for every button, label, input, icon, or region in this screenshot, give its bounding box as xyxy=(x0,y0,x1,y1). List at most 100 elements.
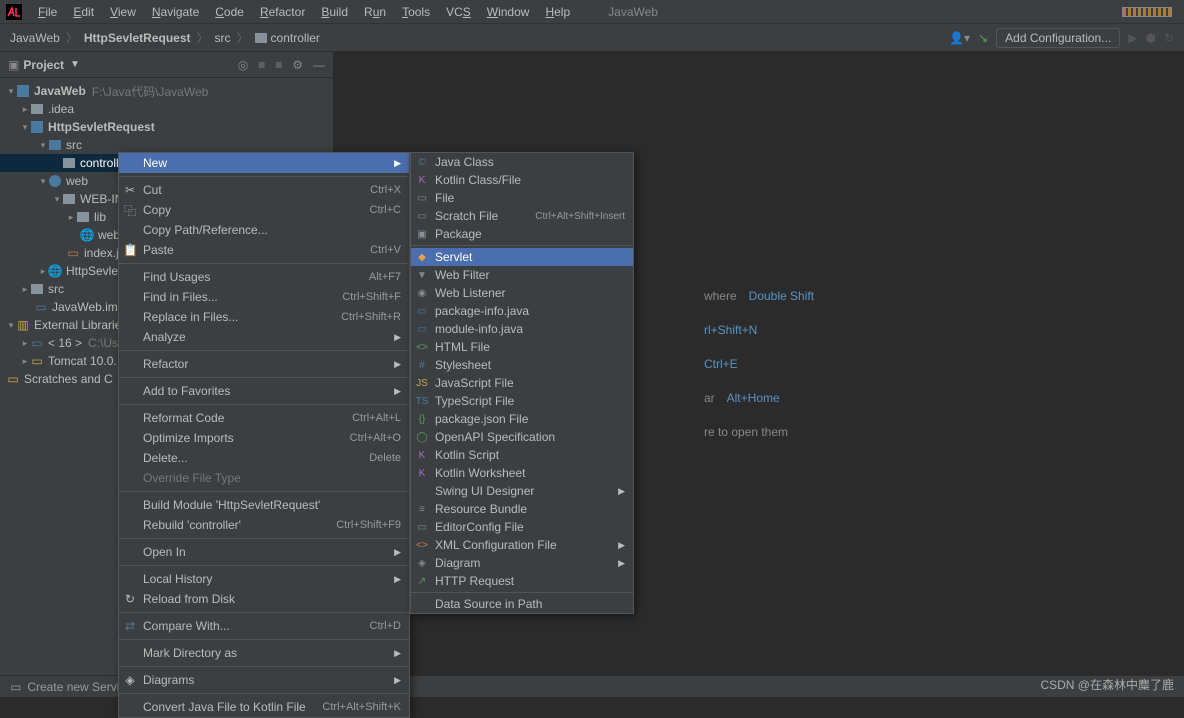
debug-icon[interactable]: ⬢ xyxy=(1145,31,1155,45)
file-type-icon: K xyxy=(415,468,429,479)
menu-help[interactable]: Help xyxy=(537,5,578,19)
menu-vcs[interactable]: VCS xyxy=(438,5,479,19)
cm-favorites[interactable]: Add to Favorites▶ xyxy=(119,381,409,401)
diagram-icon: ◈ xyxy=(123,673,137,687)
menu-window[interactable]: Window xyxy=(479,5,538,19)
menu-edit[interactable]: Edit xyxy=(65,5,102,19)
cm-item[interactable]: ✂CutCtrl+X xyxy=(119,180,409,200)
submenu-item[interactable]: ◆Servlet xyxy=(411,248,633,266)
hide-icon[interactable]: — xyxy=(313,58,325,72)
submenu-item[interactable]: ▣Package xyxy=(411,225,633,243)
watermark: CSDN @在森林中麋了鹿 xyxy=(1040,676,1174,693)
submenu-item[interactable]: ◯OpenAPI Specification xyxy=(411,428,633,446)
crumb-controller[interactable]: controller xyxy=(255,31,320,45)
cm-open-in[interactable]: Open In▶ xyxy=(119,542,409,562)
compare-icon: ⇄ xyxy=(123,619,137,633)
select-opened-icon[interactable]: ◎ xyxy=(238,58,248,72)
submenu-item[interactable]: {}package.json File xyxy=(411,410,633,428)
submenu-item[interactable]: KKotlin Worksheet xyxy=(411,464,633,482)
cm-build-module[interactable]: Build Module 'HttpSevletRequest' xyxy=(119,495,409,515)
cm-refactor[interactable]: Refactor▶ xyxy=(119,354,409,374)
crumb-src[interactable]: src xyxy=(215,31,231,45)
cm-compare[interactable]: ⇄Compare With...Ctrl+D xyxy=(119,616,409,636)
menu-code[interactable]: Code xyxy=(207,5,252,19)
menu-tools[interactable]: Tools xyxy=(394,5,438,19)
cm-item[interactable]: ⿻CopyCtrl+C xyxy=(119,200,409,220)
submenu-item[interactable]: ≡Resource Bundle xyxy=(411,500,633,518)
submenu-item[interactable]: Swing UI Designer▶ xyxy=(411,482,633,500)
menu-view[interactable]: View xyxy=(102,5,144,19)
tree-module[interactable]: ▾HttpSevletRequest xyxy=(0,118,333,136)
add-configuration-button[interactable]: Add Configuration... xyxy=(996,28,1120,48)
settings-icon[interactable]: ⚙ xyxy=(292,58,303,72)
file-type-icon: ≡ xyxy=(415,504,429,515)
cm-item[interactable]: Replace in Files...Ctrl+Shift+R xyxy=(119,307,409,327)
file-type-icon: ↗ xyxy=(415,576,429,587)
collapse-all-icon[interactable]: ≡ xyxy=(275,58,282,72)
cm-item[interactable]: Delete...Delete xyxy=(119,448,409,468)
crumb-module[interactable]: HttpSevletRequest xyxy=(84,31,191,45)
file-type-icon: ◆ xyxy=(415,252,429,263)
menu-navigate[interactable]: Navigate xyxy=(144,5,207,19)
submenu-item[interactable]: ◈Diagram▶ xyxy=(411,554,633,572)
menu-build[interactable]: Build xyxy=(313,5,356,19)
submenu-item[interactable]: ▭Scratch FileCtrl+Alt+Shift+Insert xyxy=(411,207,633,225)
status-text: Create new Servlet xyxy=(27,680,129,694)
file-type-icon: © xyxy=(415,157,429,168)
submenu-item[interactable]: ▭File xyxy=(411,189,633,207)
expand-all-icon[interactable]: ≡ xyxy=(258,58,265,72)
cm-item[interactable]: Reformat CodeCtrl+Alt+L xyxy=(119,408,409,428)
run-icon[interactable]: ▶ xyxy=(1128,31,1137,45)
submenu-item[interactable]: Data Source in Path xyxy=(411,595,633,613)
tree-root[interactable]: ▾JavaWebF:\Java代码\JavaWeb xyxy=(0,82,333,100)
submenu-item[interactable]: ◉Web Listener xyxy=(411,284,633,302)
menu-refactor[interactable]: Refactor xyxy=(252,5,313,19)
cm-item[interactable]: Analyze▶ xyxy=(119,327,409,347)
cm-reload[interactable]: ↻Reload from Disk xyxy=(119,589,409,609)
sidebar-title: Project xyxy=(23,58,64,72)
submenu-item[interactable]: <>HTML File xyxy=(411,338,633,356)
progress-indicator xyxy=(1122,7,1172,17)
submenu-item[interactable]: ▭EditorConfig File xyxy=(411,518,633,536)
file-type-icon: ◯ xyxy=(415,432,429,443)
status-icon: ▭ xyxy=(10,680,21,694)
cm-mark-dir[interactable]: Mark Directory as▶ xyxy=(119,643,409,663)
crumb-root[interactable]: JavaWeb xyxy=(10,31,60,45)
submenu-item[interactable]: JSJavaScript File xyxy=(411,374,633,392)
cm-rebuild[interactable]: Rebuild 'controller'Ctrl+Shift+F9 xyxy=(119,515,409,535)
file-type-icon: <> xyxy=(415,342,429,353)
cm-convert-kotlin[interactable]: Convert Java File to Kotlin FileCtrl+Alt… xyxy=(119,697,409,717)
submenu-item[interactable]: KKotlin Script xyxy=(411,446,633,464)
cm-item[interactable]: Copy Path/Reference... xyxy=(119,220,409,240)
cm-item[interactable]: 📋PasteCtrl+V xyxy=(119,240,409,260)
stop-icon[interactable]: ↻ xyxy=(1164,31,1174,45)
cm-new[interactable]: New▶ xyxy=(119,153,409,173)
menu-run[interactable]: Run xyxy=(356,5,394,19)
file-type-icon: ◈ xyxy=(415,558,429,569)
submenu-item[interactable]: ©Java Class xyxy=(411,153,633,171)
submenu-item[interactable]: <>XML Configuration File▶ xyxy=(411,536,633,554)
file-type-icon: ▭ xyxy=(415,193,429,204)
build-icon[interactable]: ↘ xyxy=(978,31,988,45)
menu-file[interactable]: File xyxy=(30,5,65,19)
submenu-item[interactable]: ▭package-info.java xyxy=(411,302,633,320)
submenu-item[interactable]: ↗HTTP Request xyxy=(411,572,633,590)
sidebar-header[interactable]: ▣ Project ▼ ◎ ≡ ≡ ⚙ — xyxy=(0,52,333,78)
file-type-icon: <> xyxy=(415,540,429,551)
submenu-item[interactable]: #Stylesheet xyxy=(411,356,633,374)
user-icon[interactable]: 👤▾ xyxy=(949,31,970,45)
file-type-icon: ▼ xyxy=(415,270,429,281)
tree-idea[interactable]: ▸.idea xyxy=(0,100,333,118)
project-dropdown-icon: ▣ xyxy=(8,58,19,72)
file-type-icon: ▭ xyxy=(415,324,429,335)
submenu-item[interactable]: TSTypeScript File xyxy=(411,392,633,410)
cm-diagrams[interactable]: ◈Diagrams▶ xyxy=(119,670,409,690)
file-type-icon: ▣ xyxy=(415,229,429,240)
cm-local-history[interactable]: Local History▶ xyxy=(119,569,409,589)
cm-item[interactable]: Find UsagesAlt+F7 xyxy=(119,267,409,287)
submenu-item[interactable]: ▭module-info.java xyxy=(411,320,633,338)
submenu-item[interactable]: ▼Web Filter xyxy=(411,266,633,284)
submenu-item[interactable]: KKotlin Class/File xyxy=(411,171,633,189)
cm-item[interactable]: Find in Files...Ctrl+Shift+F xyxy=(119,287,409,307)
cm-item[interactable]: Optimize ImportsCtrl+Alt+O xyxy=(119,428,409,448)
